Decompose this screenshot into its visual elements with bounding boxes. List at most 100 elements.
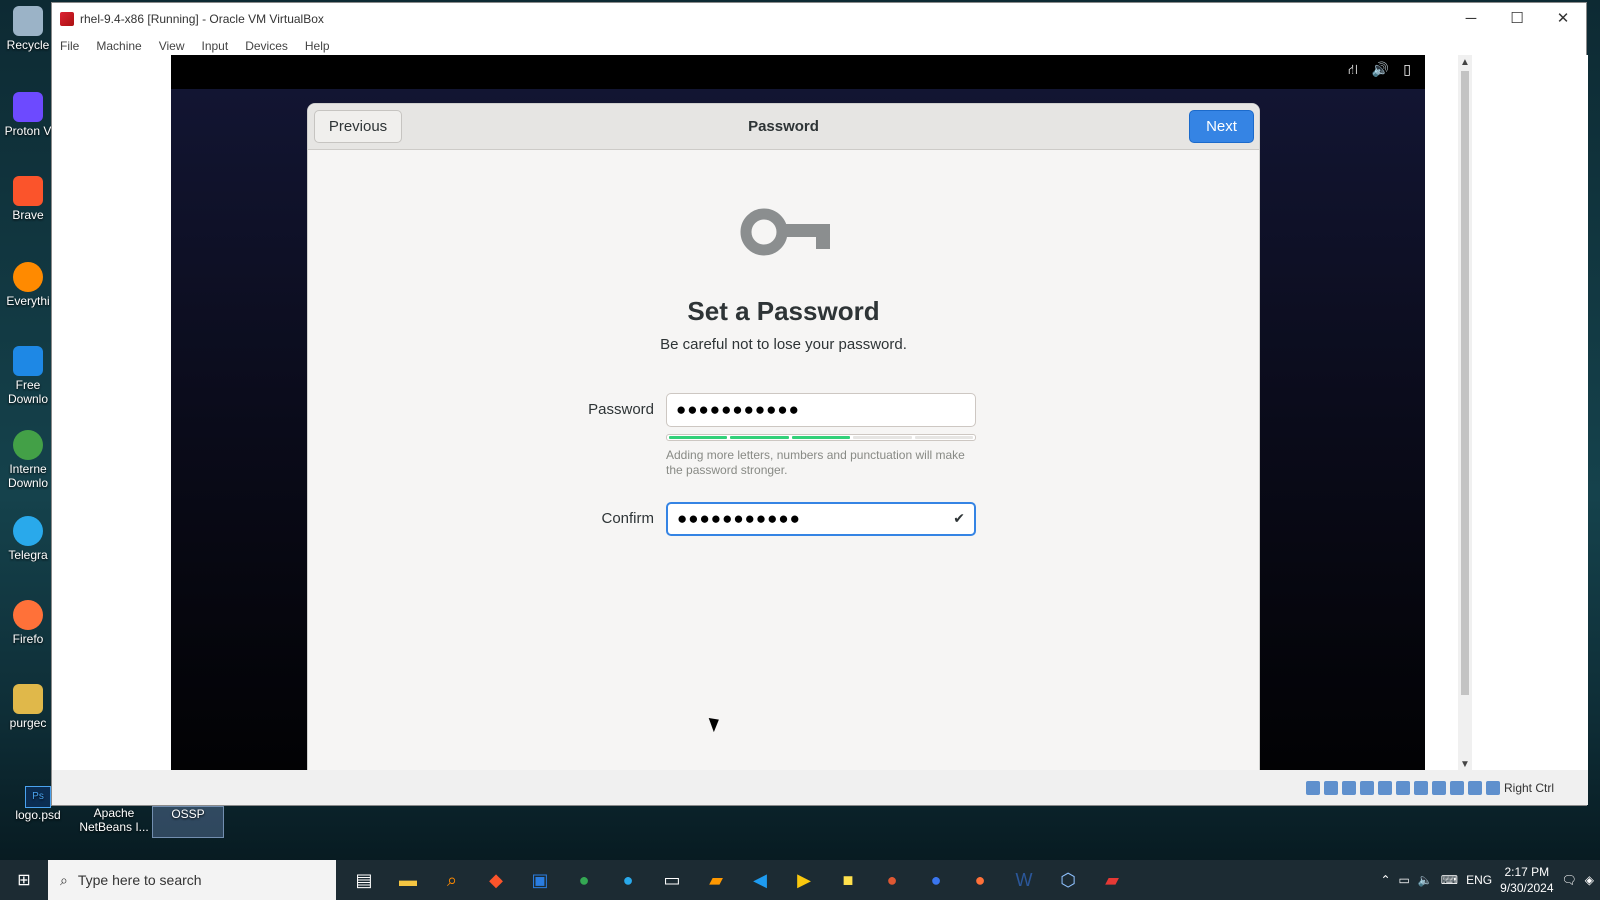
telegram-icon xyxy=(13,516,43,546)
page-subtitle: Be careful not to lose your password. xyxy=(660,336,907,353)
scrollbar-thumb[interactable] xyxy=(1461,71,1469,695)
firefox-taskbar-icon[interactable]: ● xyxy=(958,860,1002,900)
desktop-icon-recycle-bin[interactable]: Recycle xyxy=(4,6,52,52)
desktop-icon-netbeans[interactable]: Apache NetBeans I... xyxy=(74,806,154,834)
notifications-icon[interactable]: 🗨 xyxy=(1562,873,1577,887)
desktop-icon-telegram[interactable]: Telegra xyxy=(4,516,52,562)
usb-icon[interactable] xyxy=(1377,780,1392,795)
proton-vpn-icon xyxy=(13,92,43,122)
media-app-icon[interactable]: ▣ xyxy=(518,860,562,900)
media-player-icon[interactable]: ▶ xyxy=(782,860,826,900)
desktop-icon-ossp[interactable]: OSSP xyxy=(152,806,224,838)
network-icon[interactable]: ⛙ xyxy=(1348,61,1358,80)
desktop-icon-purgecache[interactable]: purgec xyxy=(4,684,52,730)
hard-disk-icon[interactable] xyxy=(1305,780,1320,795)
file-explorer-icon[interactable]: ▬ xyxy=(386,860,430,900)
maximize-button[interactable]: ☐ xyxy=(1494,3,1540,35)
strength-segment xyxy=(730,436,789,439)
show-hidden-icons-icon[interactable]: ⌃ xyxy=(1380,873,1390,887)
task-view-icon[interactable]: ▤ xyxy=(342,860,386,900)
strength-segment xyxy=(914,436,974,439)
vm-display-area: ⛙ 🔊 ▯ Previous Password Next Set a Passw… xyxy=(52,55,1588,772)
guest-screen[interactable]: ⛙ 🔊 ▯ Previous Password Next Set a Passw… xyxy=(171,55,1425,772)
desktop-icon-everything[interactable]: Everythi xyxy=(4,262,52,308)
desktop-icon-label: Firefo xyxy=(12,632,44,646)
everything-search-icon[interactable]: ⌕ xyxy=(430,860,474,900)
sublime-text-icon[interactable]: ▰ xyxy=(694,860,738,900)
desktop-icon-internet-download[interactable]: Interne Downlo xyxy=(4,430,52,490)
checkmark-icon: ✔ xyxy=(953,510,966,526)
title-bar[interactable]: rhel-9.4-x86 [Running] - Oracle VM Virtu… xyxy=(52,3,1586,35)
password-field[interactable]: ●●●●●●●●●●● xyxy=(666,393,976,427)
start-button[interactable]: ⊞ xyxy=(0,860,48,900)
menu-view[interactable]: View xyxy=(159,39,185,53)
telegram-taskbar-icon[interactable]: ● xyxy=(606,860,650,900)
audio-icon[interactable] xyxy=(1341,780,1356,795)
language-indicator[interactable]: ENG xyxy=(1466,873,1492,887)
taskbar-search-box[interactable]: ⌕ Type here to search xyxy=(48,860,336,900)
duckduckgo-icon[interactable]: ● xyxy=(870,860,914,900)
keyboard-capture-icon[interactable] xyxy=(1485,780,1500,795)
shared-folder-icon[interactable] xyxy=(1395,780,1410,795)
desktop-icon-proton-vpn[interactable]: Proton V xyxy=(4,92,52,138)
purgecache-icon xyxy=(13,684,43,714)
taskbar: ⊞ ⌕ Type here to search ▤ ▬ ⌕ ◆ ▣ ● ● ▭ … xyxy=(0,860,1600,900)
volume-tray-icon[interactable]: 🔈 xyxy=(1418,873,1433,887)
word-icon[interactable]: W xyxy=(1002,860,1046,900)
mouse-integration-icon[interactable] xyxy=(1467,780,1482,795)
dialog-header: Previous Password Next xyxy=(308,104,1259,150)
vertical-scrollbar[interactable]: ▲ ▼ xyxy=(1458,55,1472,772)
signal-icon[interactable]: ● xyxy=(914,860,958,900)
date: 9/30/2024 xyxy=(1500,881,1554,895)
menu-devices[interactable]: Devices xyxy=(245,39,288,53)
minimize-button[interactable]: ─ xyxy=(1448,3,1494,35)
virtualbox-taskbar-icon[interactable]: ⬡ xyxy=(1046,860,1090,900)
strength-segment xyxy=(853,436,912,439)
taskbar-apps: ▤ ▬ ⌕ ◆ ▣ ● ● ▭ ▰ ◀ ▶ ■ ● ● ● W ⬡ ▰ xyxy=(342,860,1134,900)
vscode-icon[interactable]: ◀ xyxy=(738,860,782,900)
password-setup-dialog: Previous Password Next Set a Password Be… xyxy=(307,103,1260,772)
network-adapter-icon[interactable] xyxy=(1359,780,1374,795)
everything-icon xyxy=(13,262,43,292)
brave-browser-icon[interactable]: ◆ xyxy=(474,860,518,900)
vm-running-icon[interactable]: ▰ xyxy=(1090,860,1134,900)
keyboard-icon[interactable]: ⌨ xyxy=(1441,873,1458,887)
menu-bar: File Machine View Input Devices Help xyxy=(52,35,1586,57)
photoshop-file-icon: Ps xyxy=(25,786,51,808)
volume-icon[interactable]: 🔊 xyxy=(1372,61,1389,80)
time: 2:17 PM xyxy=(1504,865,1550,879)
close-button[interactable]: ✕ xyxy=(1540,3,1586,35)
search-icon: ⌕ xyxy=(60,871,68,888)
desktop-icon-label: Telegra xyxy=(8,548,48,562)
optical-drive-icon[interactable] xyxy=(1323,780,1338,795)
network-tray-icon[interactable]: ▭ xyxy=(1399,873,1410,887)
copilot-icon[interactable]: ◈ xyxy=(1585,873,1594,887)
scroll-up-icon[interactable]: ▲ xyxy=(1458,57,1472,68)
terminal-icon[interactable]: ▭ xyxy=(650,860,694,900)
page-heading: Set a Password xyxy=(687,296,880,326)
next-button[interactable]: Next xyxy=(1189,110,1254,143)
window-title: rhel-9.4-x86 [Running] - Oracle VM Virtu… xyxy=(80,12,324,26)
menu-help[interactable]: Help xyxy=(305,39,330,53)
scroll-down-icon[interactable]: ▼ xyxy=(1458,759,1472,770)
desktop-icon-firefox[interactable]: Firefo xyxy=(4,600,52,646)
password-hint: Adding more letters, numbers and punctua… xyxy=(666,448,965,477)
menu-machine[interactable]: Machine xyxy=(96,39,141,53)
menu-file[interactable]: File xyxy=(60,39,79,53)
confirm-value: ●●●●●●●●●●● xyxy=(677,509,801,528)
sticky-notes-icon[interactable]: ■ xyxy=(826,860,870,900)
clock[interactable]: 2:17 PM 9/30/2024 xyxy=(1500,864,1553,896)
chrome-icon[interactable]: ● xyxy=(562,860,606,900)
desktop-icon-free-download[interactable]: Free Downlo xyxy=(4,346,52,406)
desktop-icon-label: logo.psd xyxy=(15,808,61,822)
desktop-icon-brave[interactable]: Brave xyxy=(4,176,52,222)
cpu-icon[interactable] xyxy=(1449,780,1464,795)
display-icon[interactable] xyxy=(1413,780,1428,795)
menu-input[interactable]: Input xyxy=(202,39,229,53)
recycle-bin-icon xyxy=(13,6,43,36)
recording-icon[interactable] xyxy=(1431,780,1446,795)
virtualbox-app-icon xyxy=(60,12,74,26)
confirm-password-field[interactable]: ●●●●●●●●●●● ✔ xyxy=(666,502,976,536)
search-placeholder: Type here to search xyxy=(77,872,202,888)
battery-icon[interactable]: ▯ xyxy=(1403,61,1411,80)
